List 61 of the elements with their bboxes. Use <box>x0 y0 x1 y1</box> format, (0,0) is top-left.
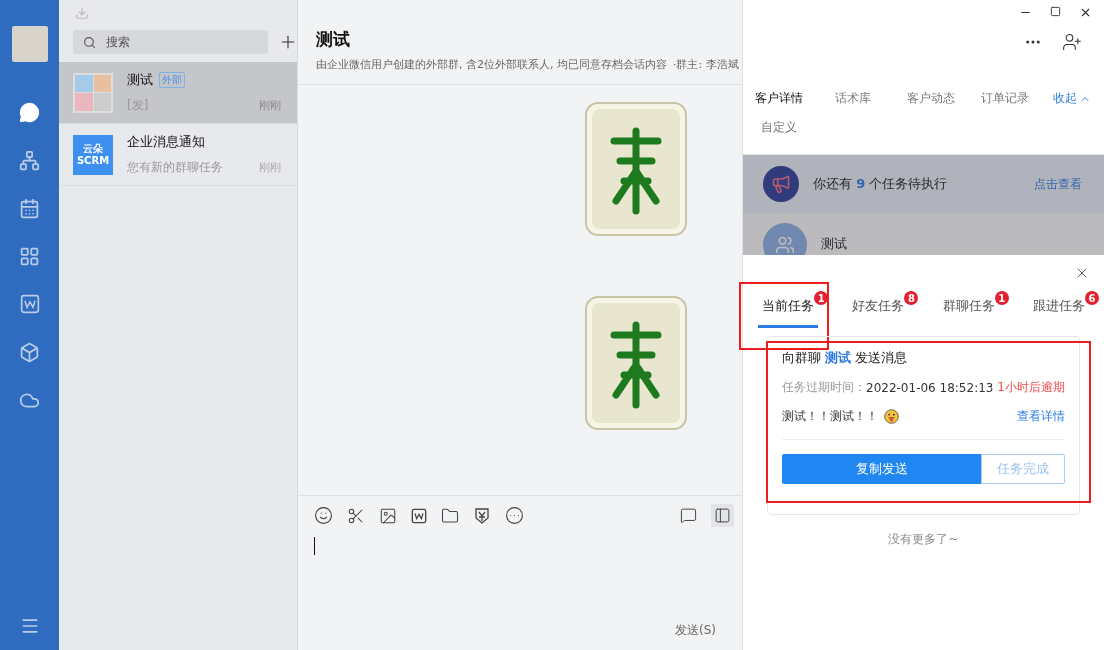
view-link[interactable]: 点击查看 <box>1034 175 1082 193</box>
group-owner: ·群主: 李浩斌 <box>673 57 739 72</box>
user-avatar[interactable] <box>11 26 48 62</box>
w-doc-icon <box>19 294 40 314</box>
calendar-icon <box>19 197 40 219</box>
panel-tab[interactable]: 客户动态 <box>907 90 981 107</box>
overdue-text: 1小时后逾期 <box>997 379 1065 396</box>
message-preview: 您有新的群聊任务 <box>127 159 224 176</box>
conversation-item[interactable]: 云朵 SCRM 企业消息通知 您有新的群聊任务 刚刚 <box>59 124 297 186</box>
folder-icon[interactable] <box>441 506 459 525</box>
expiry-label: 任务过期时间： <box>782 379 866 396</box>
count-badge: 1 <box>814 291 829 305</box>
image-icon[interactable] <box>379 506 397 525</box>
message-time: 刚刚 <box>259 160 281 175</box>
grid-icon <box>19 245 40 267</box>
collapse-link[interactable]: 收起 <box>1053 90 1091 107</box>
group-avatar <box>73 72 113 113</box>
detail-link[interactable]: 查看详情 <box>1017 408 1065 425</box>
text-cursor <box>314 537 315 555</box>
end-of-list-text: 没有更多了~ <box>887 531 960 548</box>
panel-tab[interactable]: 客户详情 <box>755 90 835 107</box>
org-chart-icon <box>19 149 40 171</box>
group-link[interactable]: 测试 <box>825 349 851 367</box>
chat-description: 由企业微信用户创建的外部群, 含2位外部联系人, 均已同意存档会话内容 <box>316 57 667 72</box>
tongue-emoji-icon <box>884 409 899 424</box>
w-doc-icon <box>411 507 427 524</box>
conversation-name: 测试 <box>127 71 153 89</box>
copy-send-button[interactable]: 复制发送 <box>782 454 981 484</box>
history-icon[interactable] <box>680 507 697 524</box>
external-tag: 外部 <box>159 72 185 88</box>
task-title: 发送消息 <box>855 349 907 367</box>
panel-tab[interactable]: 自定义 <box>755 119 831 136</box>
megaphone-icon <box>763 166 799 202</box>
task-notice: 你还有 9 个任务待执行 <box>813 175 949 193</box>
close-window-button[interactable] <box>1079 6 1092 19</box>
task-message: 测试！！测试！！ <box>782 408 878 425</box>
cube-icon <box>19 341 40 363</box>
task-title: 向群聊 <box>782 349 821 367</box>
side-panel-icon[interactable] <box>714 507 731 524</box>
count-badge: 1 <box>994 291 1009 305</box>
count-badge: 6 <box>1084 291 1099 305</box>
count-badge: 8 <box>904 291 919 305</box>
panel-tab[interactable]: 话术库 <box>835 90 907 107</box>
message-time: 刚刚 <box>259 98 281 113</box>
send-button[interactable]: 发送(S) <box>669 621 722 640</box>
chat-icon <box>19 101 40 123</box>
emoji-icon[interactable] <box>314 506 333 525</box>
add-member-icon[interactable] <box>1062 32 1082 52</box>
search-field[interactable]: 搜索 <box>73 30 268 54</box>
panel-tab[interactable]: 订单记录 <box>981 90 1053 107</box>
screenshot-icon[interactable] <box>347 506 365 525</box>
expiry-time: 2022-01-06 18:52:13 <box>866 380 995 395</box>
yen-shield-icon[interactable] <box>473 506 491 525</box>
conversation-name: 企业消息通知 <box>127 133 205 151</box>
search-icon <box>83 35 96 49</box>
search-input[interactable]: 搜索 <box>104 30 258 54</box>
chat-title: 测试 <box>316 28 351 51</box>
scrm-logo: 云朵 SCRM <box>73 134 113 175</box>
more-icon[interactable] <box>505 506 524 525</box>
maximize-button[interactable] <box>1050 6 1061 19</box>
contact-name: 测试 <box>821 235 847 253</box>
